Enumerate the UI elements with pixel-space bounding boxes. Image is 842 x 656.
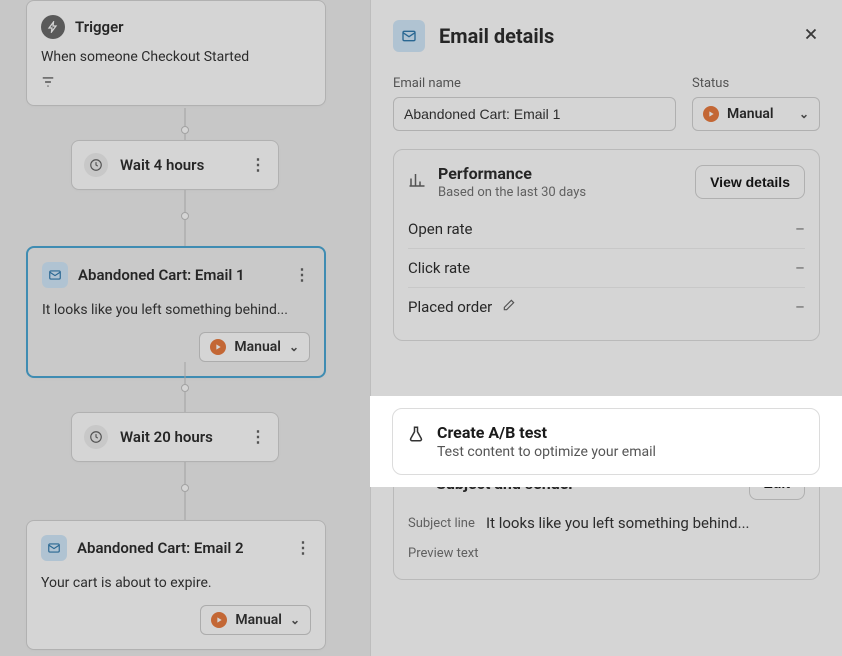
metric-open-rate-label: Open rate <box>408 220 473 238</box>
filter-icon[interactable] <box>41 78 55 93</box>
email-icon <box>42 262 68 288</box>
email-preview-text: It looks like you left something behind.… <box>42 302 310 318</box>
email-status-select[interactable]: Manual ⌄ <box>199 332 310 362</box>
ab-test-spotlight: Create A/B test Test content to optimize… <box>370 396 842 487</box>
more-icon[interactable]: ⋮ <box>294 267 310 283</box>
performance-title: Performance <box>438 164 586 183</box>
status-label: Manual <box>234 339 281 355</box>
wait-card-1[interactable]: Wait 4 hours ⋮ <box>71 140 279 190</box>
ab-test-subtitle: Test content to optimize your email <box>437 444 656 460</box>
subject-line-value: It looks like you left something behind.… <box>486 514 749 532</box>
ab-test-title: Create A/B test <box>437 423 656 442</box>
trigger-card[interactable]: Trigger When someone Checkout Started <box>26 0 326 106</box>
clock-icon <box>84 153 108 177</box>
status-dot-icon <box>210 339 226 355</box>
performance-box: Performance Based on the last 30 days Vi… <box>393 149 820 341</box>
metric-open-rate-value: – <box>795 220 805 238</box>
email-preview-text: Your cart is about to expire. <box>41 575 311 591</box>
chevron-down-icon: ⌄ <box>289 340 299 354</box>
status-value: Manual <box>727 106 774 122</box>
email-card-title: Abandoned Cart: Email 2 <box>77 539 244 557</box>
status-label: Manual <box>235 612 282 628</box>
view-details-button[interactable]: View details <box>695 165 805 199</box>
flow-add-node[interactable] <box>181 126 189 134</box>
email-name-label: Email name <box>393 76 676 91</box>
metric-placed-order-label: Placed order <box>408 298 492 316</box>
subject-line-label: Subject line <box>408 514 486 532</box>
status-dot-icon <box>703 106 719 122</box>
more-icon[interactable]: ⋮ <box>250 157 266 173</box>
chevron-down-icon: ⌄ <box>290 613 300 627</box>
status-dot-icon <box>211 612 227 628</box>
flow-canvas: Trigger When someone Checkout Started Wa… <box>0 0 370 656</box>
bar-chart-icon <box>408 171 426 193</box>
metric-click-rate-label: Click rate <box>408 259 470 277</box>
email-icon <box>393 20 425 52</box>
email-card-title: Abandoned Cart: Email 1 <box>78 266 245 284</box>
email-card-2[interactable]: Abandoned Cart: Email 2 ⋮ Your cart is a… <box>26 520 326 650</box>
preview-text-label: Preview text <box>408 544 486 561</box>
performance-subtitle: Based on the last 30 days <box>438 185 586 200</box>
metric-click-rate-value: – <box>795 259 805 277</box>
metric-placed-order-value: – <box>795 298 805 316</box>
pencil-icon[interactable] <box>502 300 516 316</box>
wait-card-2[interactable]: Wait 20 hours ⋮ <box>71 412 279 462</box>
close-icon[interactable] <box>802 24 820 48</box>
trigger-description: When someone Checkout Started <box>41 49 311 65</box>
wait-label: Wait 4 hours <box>120 156 204 174</box>
wait-label: Wait 20 hours <box>120 428 213 446</box>
trigger-title: Trigger <box>75 18 124 36</box>
status-select[interactable]: Manual ⌄ <box>692 97 820 131</box>
email-status-select[interactable]: Manual ⌄ <box>200 605 311 635</box>
flow-add-node[interactable] <box>181 484 189 492</box>
flask-icon <box>407 423 425 447</box>
clock-icon <box>84 425 108 449</box>
lightning-icon <box>41 15 65 39</box>
details-panel: Email details Email name Status Manual ⌄ <box>370 0 842 656</box>
more-icon[interactable]: ⋮ <box>250 429 266 445</box>
more-icon[interactable]: ⋮ <box>295 540 311 556</box>
chevron-down-icon: ⌄ <box>799 107 809 121</box>
email-name-input[interactable] <box>393 97 676 131</box>
status-field-label: Status <box>692 76 820 91</box>
email-icon <box>41 535 67 561</box>
panel-title: Email details <box>439 24 554 48</box>
ab-test-box[interactable]: Create A/B test Test content to optimize… <box>392 408 820 475</box>
flow-add-node[interactable] <box>181 384 189 392</box>
flow-add-node[interactable] <box>181 212 189 220</box>
email-card-1[interactable]: Abandoned Cart: Email 1 ⋮ It looks like … <box>26 246 326 378</box>
